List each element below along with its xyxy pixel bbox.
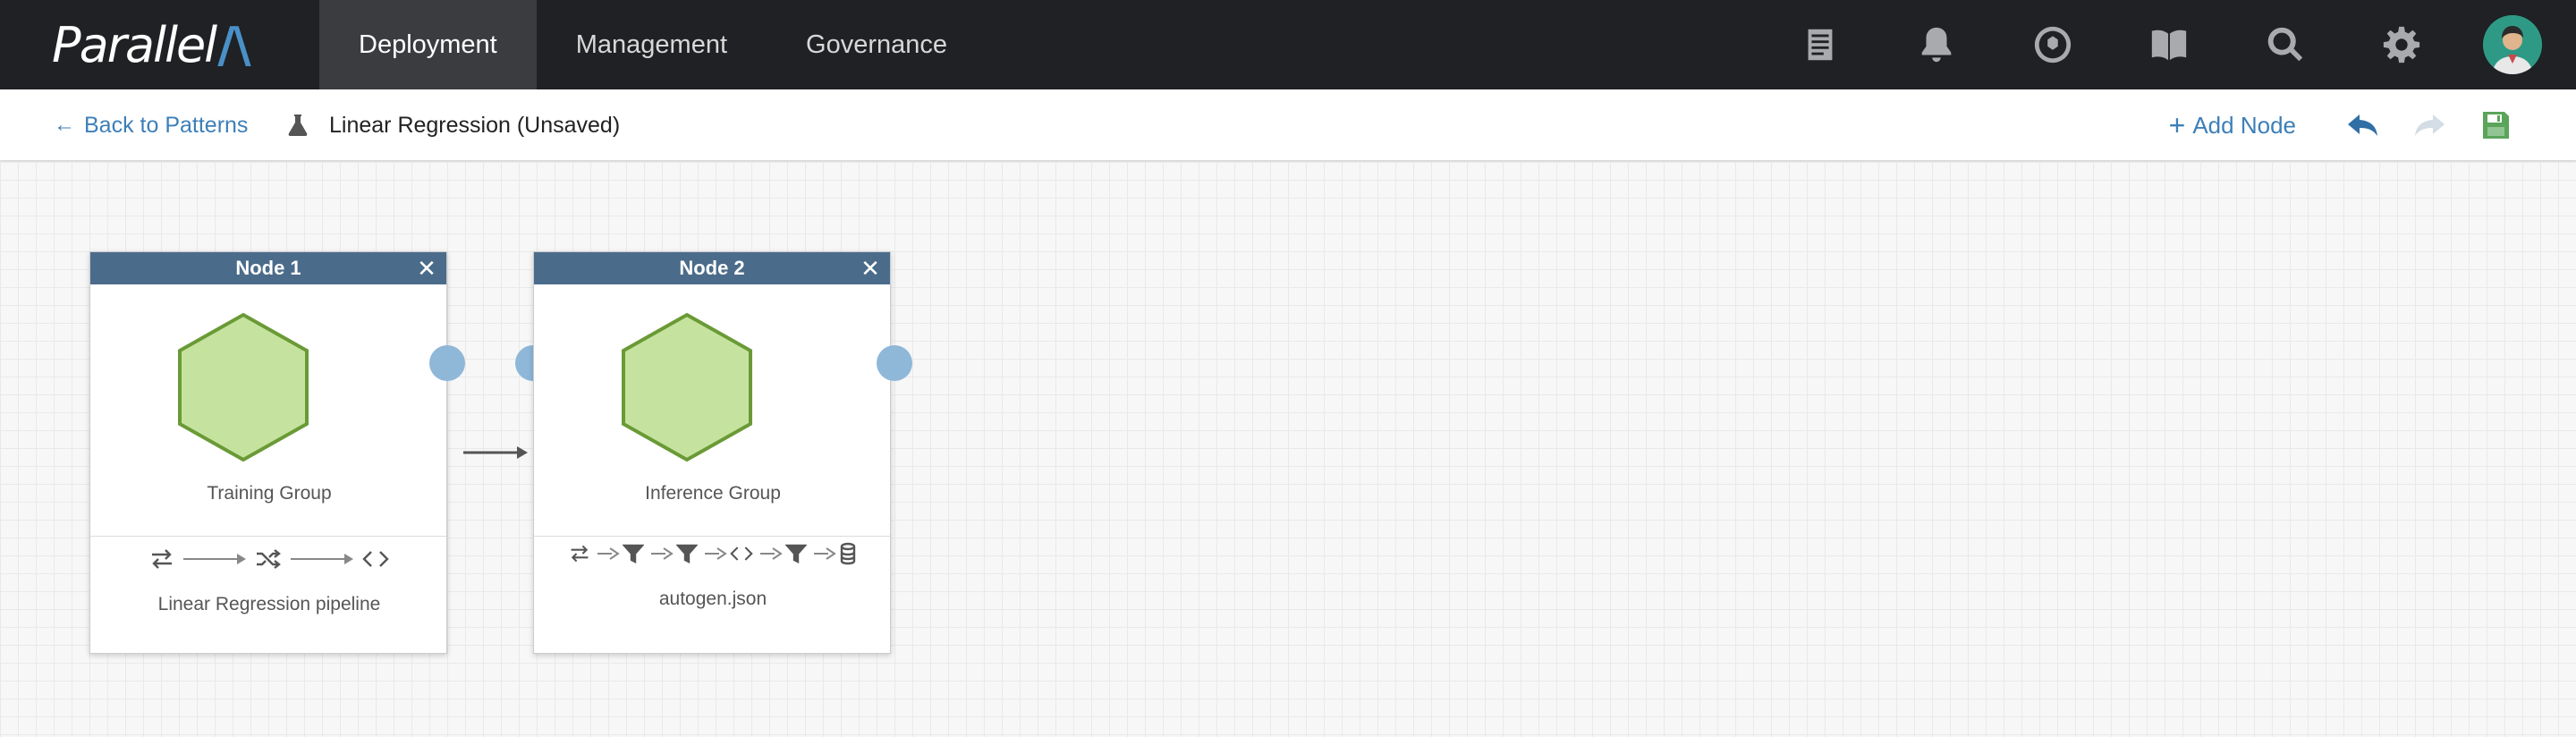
redo-icon bbox=[2415, 114, 2445, 136]
plus-icon: + bbox=[2168, 109, 2186, 141]
shutter-icon[interactable] bbox=[2024, 16, 2081, 73]
arrow-right-icon bbox=[651, 547, 674, 560]
arrow-right-icon bbox=[705, 547, 727, 560]
nav-icon-group bbox=[1762, 0, 2576, 89]
save-button[interactable] bbox=[2474, 104, 2517, 147]
node-output-port[interactable] bbox=[429, 345, 465, 381]
database-icon bbox=[839, 542, 857, 565]
app-logo[interactable]: Parallel/\ bbox=[52, 16, 251, 73]
node-output-port[interactable] bbox=[877, 345, 912, 381]
node-body: Training Group bbox=[90, 284, 446, 537]
pattern-canvas[interactable]: Node 1 ✕ Training Group Linear Regressio… bbox=[0, 162, 2576, 737]
log-icon[interactable] bbox=[1792, 16, 1849, 73]
pipeline-node[interactable]: Node 2 ✕ Inference Group autogen.json bbox=[533, 251, 891, 654]
close-icon[interactable]: ✕ bbox=[412, 254, 441, 283]
pipeline-label: autogen.json bbox=[658, 589, 767, 609]
pipeline-steps bbox=[90, 537, 448, 581]
save-icon bbox=[2483, 112, 2509, 139]
book-icon[interactable] bbox=[2140, 16, 2198, 73]
node-title: Node 1 bbox=[235, 257, 301, 279]
pipeline-node[interactable]: Node 1 ✕ Training Group Linear Regressio… bbox=[89, 251, 447, 654]
transform-icon bbox=[569, 544, 590, 563]
tab-management[interactable]: Management bbox=[537, 0, 767, 89]
close-icon[interactable]: ✕ bbox=[856, 254, 885, 283]
arrow-right-icon bbox=[183, 554, 246, 564]
tab-deployment[interactable]: Deployment bbox=[319, 0, 537, 89]
code-icon bbox=[730, 544, 753, 563]
arrow-right-icon bbox=[814, 547, 836, 560]
bell-icon[interactable] bbox=[1908, 16, 1965, 73]
redo-button[interactable] bbox=[2408, 104, 2451, 147]
filter-icon bbox=[623, 543, 644, 564]
hexagon-group-icon bbox=[622, 312, 752, 462]
top-navigation-bar: Parallel/\ Deployment Management Governa… bbox=[0, 0, 2576, 89]
pipeline-steps bbox=[534, 531, 892, 576]
arrow-right-icon bbox=[760, 547, 783, 560]
group-label: Inference Group bbox=[645, 483, 781, 504]
pattern-toolbar: ← Back to Patterns Linear Regression (Un… bbox=[0, 89, 2576, 161]
node-header[interactable]: Node 1 ✕ bbox=[90, 252, 446, 284]
hexagon-group-icon bbox=[178, 312, 309, 462]
undo-button[interactable] bbox=[2342, 104, 2385, 147]
gear-icon[interactable] bbox=[2373, 16, 2430, 73]
add-node-button[interactable]: + Add Node bbox=[2169, 111, 2296, 140]
code-icon bbox=[362, 548, 389, 570]
arrow-left-icon: ← bbox=[54, 113, 75, 137]
node-header[interactable]: Node 2 ✕ bbox=[534, 252, 890, 284]
back-link-label: Back to Patterns bbox=[84, 112, 249, 138]
pattern-title-text: Linear Regression (Unsaved) bbox=[329, 112, 621, 138]
pipeline-label: Linear Regression pipeline bbox=[157, 594, 381, 614]
transform-icon bbox=[149, 548, 174, 570]
arrow-right-icon bbox=[291, 554, 353, 564]
node-title: Node 2 bbox=[679, 257, 745, 279]
group-label: Training Group bbox=[207, 483, 332, 504]
search-icon[interactable] bbox=[2257, 16, 2314, 73]
flask-icon bbox=[288, 114, 308, 136]
node-body: Inference Group bbox=[534, 284, 890, 537]
tab-governance[interactable]: Governance bbox=[767, 0, 987, 89]
user-avatar[interactable] bbox=[2483, 15, 2542, 74]
main-nav-tabs: Deployment Management Governance bbox=[319, 0, 987, 89]
arrow-right-icon bbox=[597, 547, 620, 560]
filter-icon bbox=[785, 543, 807, 564]
pattern-title: Linear Regression (Unsaved) bbox=[288, 89, 620, 161]
undo-icon bbox=[2348, 114, 2377, 136]
shuffle-icon bbox=[255, 548, 282, 570]
logo-text: Parallel bbox=[52, 16, 217, 73]
filter-icon bbox=[676, 543, 698, 564]
add-node-label: Add Node bbox=[2192, 111, 2296, 139]
logo-accent: /\ bbox=[217, 16, 250, 73]
back-to-patterns-link[interactable]: ← Back to Patterns bbox=[54, 89, 248, 161]
pattern-actions: + Add Node bbox=[2169, 89, 2576, 161]
